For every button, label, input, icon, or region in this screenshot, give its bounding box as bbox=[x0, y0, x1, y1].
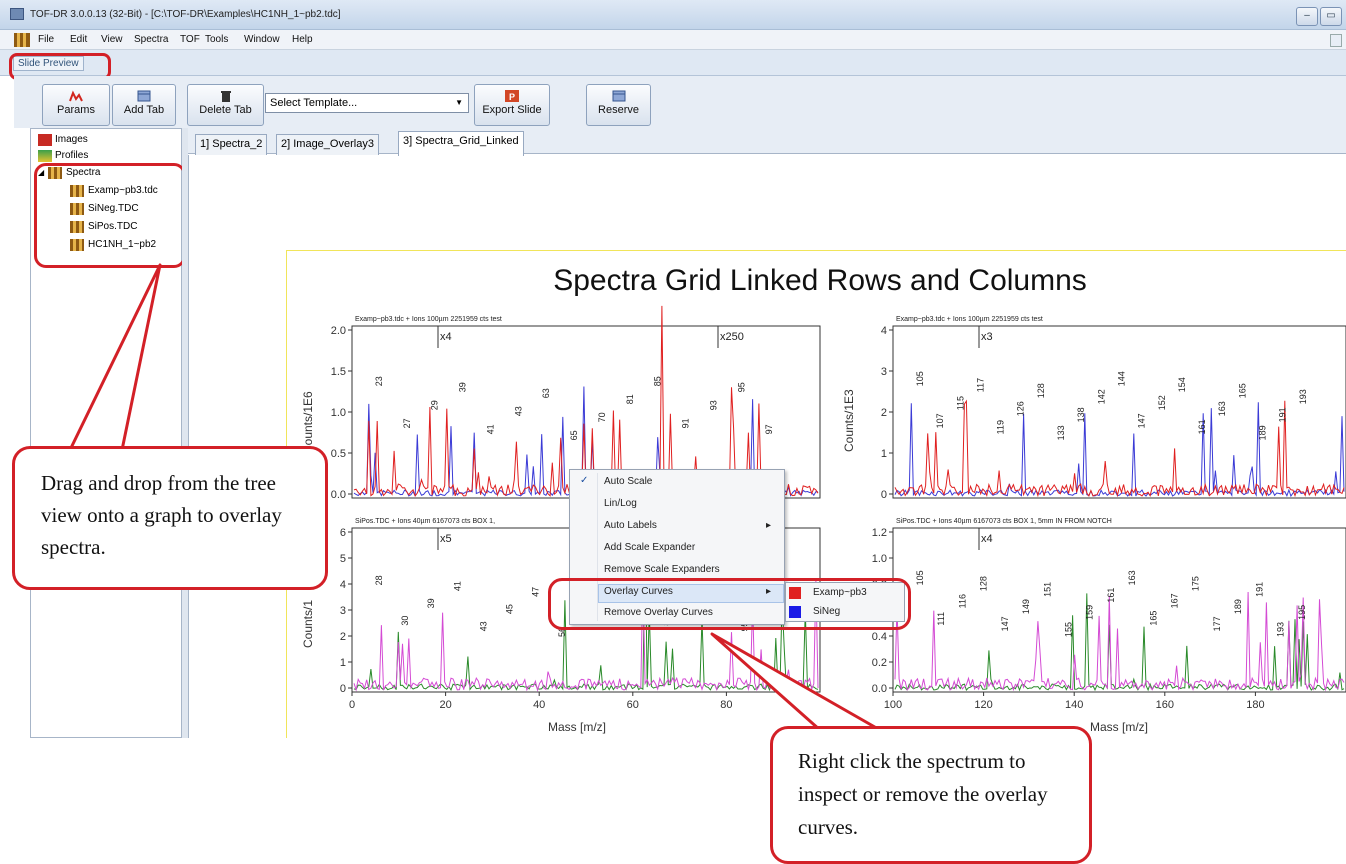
callout-right-click-text: Right click the spectrum to inspect or r… bbox=[798, 749, 1048, 839]
callout-drag-drop: Drag and drop from the tree view onto a … bbox=[12, 446, 328, 590]
callout-right-click: Right click the spectrum to inspect or r… bbox=[770, 726, 1092, 864]
callout-pointers bbox=[68, 263, 882, 732]
tab-spectra-grid-linked[interactable]: 3] Spectra_Grid_Linked bbox=[398, 131, 524, 156]
callout-drag-drop-text: Drag and drop from the tree view onto a … bbox=[41, 471, 282, 559]
